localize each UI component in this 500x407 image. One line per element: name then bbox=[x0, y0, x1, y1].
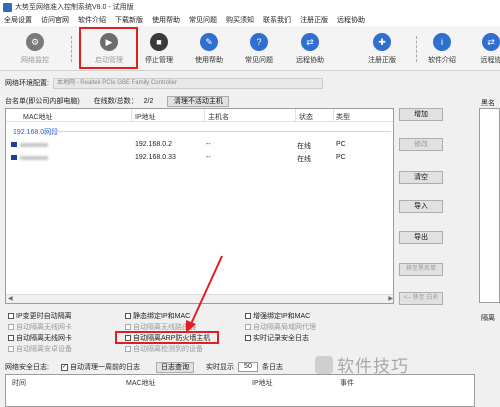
log-label: 网络安全日志: bbox=[5, 364, 49, 371]
log-query-button[interactable]: 日志查询 bbox=[155, 361, 194, 373]
watermark: 软件技巧 bbox=[315, 352, 409, 377]
realtime-display-label: 实时显示 bbox=[205, 364, 234, 371]
log-unit-label: 条日志 bbox=[261, 364, 283, 371]
checkmark-icon[interactable]: ✓ bbox=[60, 363, 68, 371]
log-column-time[interactable]: 时间 bbox=[12, 378, 26, 388]
watermark-logo-icon bbox=[315, 355, 333, 374]
log-count-input[interactable]: 50 bbox=[237, 362, 258, 372]
log-column-ip[interactable]: IP地址 bbox=[252, 378, 273, 388]
log-column-mac[interactable]: MAC地址 bbox=[126, 378, 156, 388]
auto-clean-option[interactable]: ✓ 自动清理一周前的日志 bbox=[60, 362, 140, 372]
annotation-arrow bbox=[186, 255, 223, 333]
log-table: 时间 MAC地址 IP地址 事件 bbox=[5, 374, 475, 407]
log-column-event[interactable]: 事件 bbox=[340, 378, 354, 388]
watermark-text: 软件技巧 bbox=[337, 357, 409, 376]
log-controls: 网络安全日志: ✓ 自动清理一周前的日志 日志查询 实时显示 50 条日志 bbox=[5, 361, 283, 373]
